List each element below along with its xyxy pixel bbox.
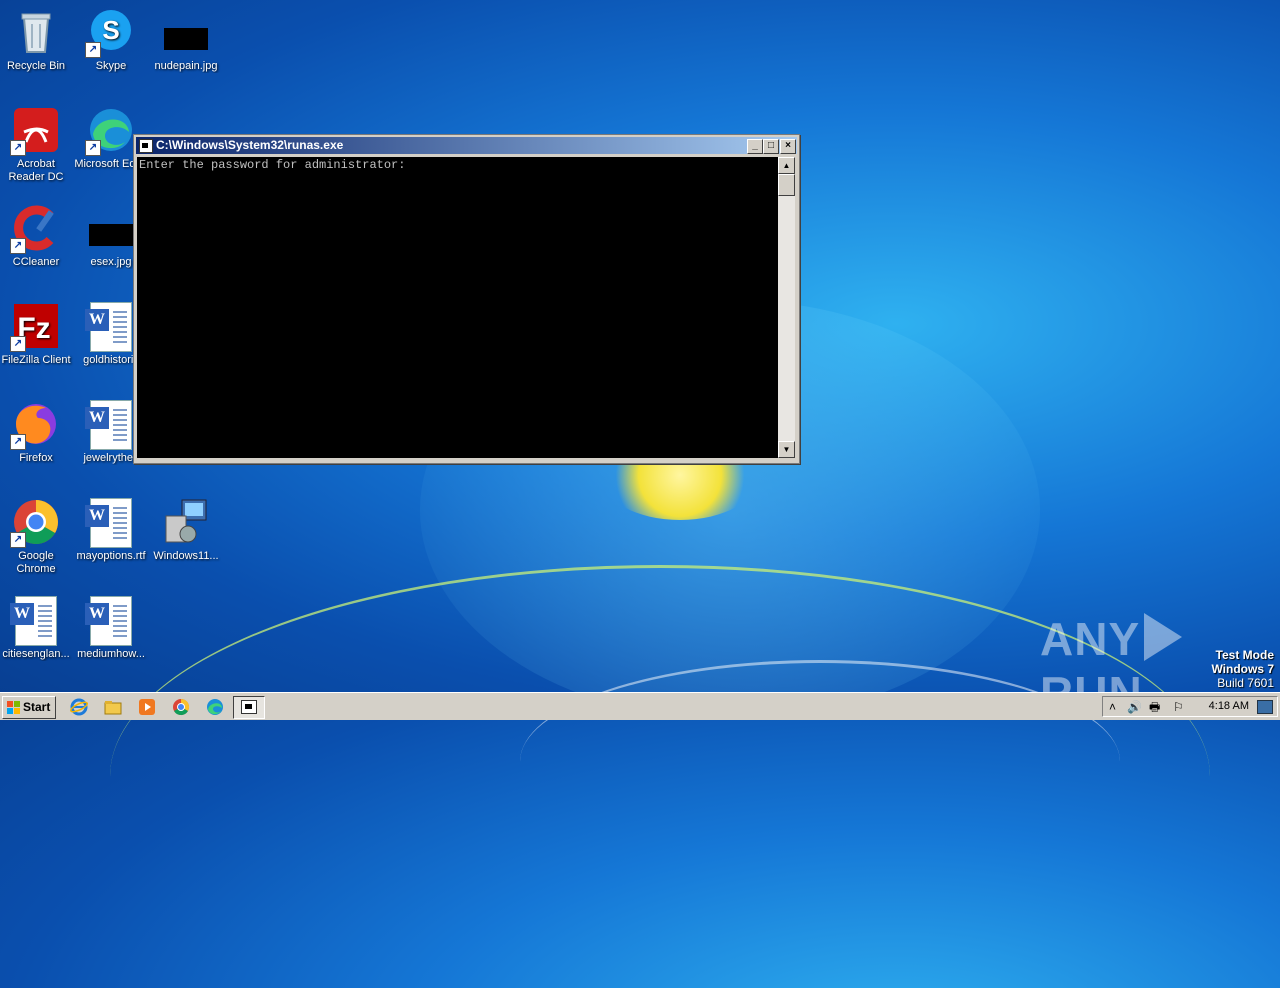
scroll-up-button[interactable]: ▲	[778, 157, 795, 174]
shortcut-arrow-icon: ↗	[85, 140, 101, 156]
start-label: Start	[23, 700, 51, 714]
console-window-icon	[241, 700, 257, 714]
desktop-icon-label: mediumhow...	[77, 648, 145, 660]
desktop-icon-windows11[interactable]: Windows11...	[148, 498, 224, 563]
minimize-button[interactable]: _	[747, 139, 763, 154]
filezilla-icon: Fz ↗	[10, 302, 60, 352]
word-doc-icon: W	[10, 596, 57, 646]
scroll-down-button[interactable]: ▼	[778, 441, 795, 458]
desktop-icon-mediumhow[interactable]: W mediumhow...	[73, 596, 149, 661]
desktop-icon-filezilla[interactable]: Fz ↗ FileZilla Client	[0, 302, 74, 367]
desktop-icon-label: CCleaner	[12, 256, 60, 268]
desktop-icon-label: Google Chrome	[16, 550, 56, 575]
console-app-icon[interactable]	[139, 139, 153, 153]
desktop-icon-label: nudepain.jpg	[154, 60, 218, 72]
shortcut-arrow-icon: ↗	[10, 532, 26, 548]
background-swoosh-2	[520, 660, 1120, 863]
desktop-icon-label: FileZilla Client	[1, 354, 71, 366]
desktop-icon-recycle-bin[interactable]: Recycle Bin	[0, 8, 74, 73]
svg-text:S: S	[102, 15, 119, 45]
word-doc-icon: W	[85, 302, 132, 352]
desktop-icon-mayoptions[interactable]: W mayoptions.rtf	[73, 498, 149, 563]
test-mode-line: Test Mode	[1215, 648, 1274, 662]
printer-icon[interactable]: 🖶	[1149, 699, 1160, 715]
recycle-bin-icon	[12, 8, 60, 56]
maximize-button[interactable]: □	[763, 139, 779, 154]
edge-icon: ↗	[85, 106, 135, 156]
desktop-icon-acrobat[interactable]: ↗ Acrobat Reader DC	[0, 106, 74, 184]
show-hidden-icons-button[interactable]: ˄	[1109, 699, 1116, 715]
desktop-icon-label: Firefox	[19, 452, 53, 464]
word-doc-icon: W	[85, 498, 132, 548]
installer-icon	[162, 498, 210, 546]
windows-version-line: Windows 7	[1211, 662, 1274, 676]
internet-explorer-icon[interactable]	[69, 698, 89, 716]
edge-taskbar-icon[interactable]	[206, 698, 224, 716]
desktop-icon-label: Recycle Bin	[6, 60, 66, 72]
ccleaner-icon: ↗	[10, 204, 60, 254]
desktop-icon-skype[interactable]: S ↗ Skype	[73, 8, 149, 73]
start-button[interactable]: Start	[2, 696, 56, 719]
window-titlebar[interactable]: C:\Windows\System32\runas.exe _ □ ×	[136, 137, 797, 154]
shortcut-arrow-icon: ↗	[85, 42, 101, 58]
chrome-icon: ↗	[10, 498, 60, 548]
file-explorer-icon[interactable]	[104, 698, 122, 716]
skype-icon: S ↗	[85, 8, 135, 58]
media-player-icon[interactable]	[138, 698, 156, 716]
shortcut-arrow-icon: ↗	[10, 238, 26, 254]
desktop-icon-chrome[interactable]: ↗ Google Chrome	[0, 498, 74, 576]
show-desktop-button[interactable]	[1257, 700, 1273, 714]
console-taskbar-button[interactable]	[233, 696, 265, 719]
taskbar: Start ˄ 🔊 🖶 ⚐ 4:18 AM	[0, 692, 1280, 720]
system-tray: ˄ 🔊 🖶 ⚐ 4:18 AM	[1102, 696, 1278, 717]
desktop-icon-label: Acrobat Reader DC	[8, 158, 64, 183]
system-clock[interactable]: 4:18 AM	[1209, 700, 1249, 712]
word-doc-icon: W	[85, 400, 132, 450]
close-button[interactable]: ×	[780, 139, 796, 154]
window-title: C:\Windows\System32\runas.exe	[156, 138, 344, 152]
desktop-icon-label: Skype	[95, 60, 127, 72]
acrobat-icon: ↗	[10, 106, 60, 156]
image-file-icon	[87, 204, 135, 252]
desktop-icon-label: citiesenglan...	[2, 648, 70, 660]
build-line: Build 7601	[1217, 676, 1274, 690]
action-center-flag-icon[interactable]: ⚐	[1173, 699, 1184, 715]
console-output[interactable]: Enter the password for administrator:	[137, 157, 778, 458]
volume-icon[interactable]: 🔊	[1127, 699, 1142, 715]
image-file-icon	[162, 8, 210, 56]
scroll-thumb[interactable]	[778, 174, 795, 196]
runas-console-window[interactable]: C:\Windows\System32\runas.exe _ □ × Ente…	[133, 134, 800, 464]
desktop-icon-ccleaner[interactable]: ↗ CCleaner	[0, 204, 74, 269]
watermark-brand-left: ANY	[1040, 613, 1141, 665]
test-mode-notice: Test Mode Windows 7 Build 7601	[1211, 648, 1274, 690]
vertical-scrollbar[interactable]: ▲ ▼	[778, 157, 795, 458]
shortcut-arrow-icon: ↗	[10, 336, 26, 352]
desktop-icon-label: mayoptions.rtf	[76, 550, 146, 562]
play-icon	[1144, 613, 1183, 661]
chrome-taskbar-icon[interactable]	[172, 698, 190, 716]
shortcut-arrow-icon: ↗	[10, 140, 26, 156]
desktop-icon-citiesenglan[interactable]: W citiesenglan...	[0, 596, 74, 661]
firefox-icon: ↗	[10, 400, 60, 450]
word-doc-icon: W	[85, 596, 132, 646]
shortcut-arrow-icon: ↗	[10, 434, 26, 450]
windows-flag-icon	[7, 701, 20, 714]
desktop-icon-label: Windows11...	[153, 550, 219, 562]
desktop-icon-nudepain[interactable]: nudepain.jpg	[148, 8, 224, 73]
desktop-icon-firefox[interactable]: ↗ Firefox	[0, 400, 74, 465]
